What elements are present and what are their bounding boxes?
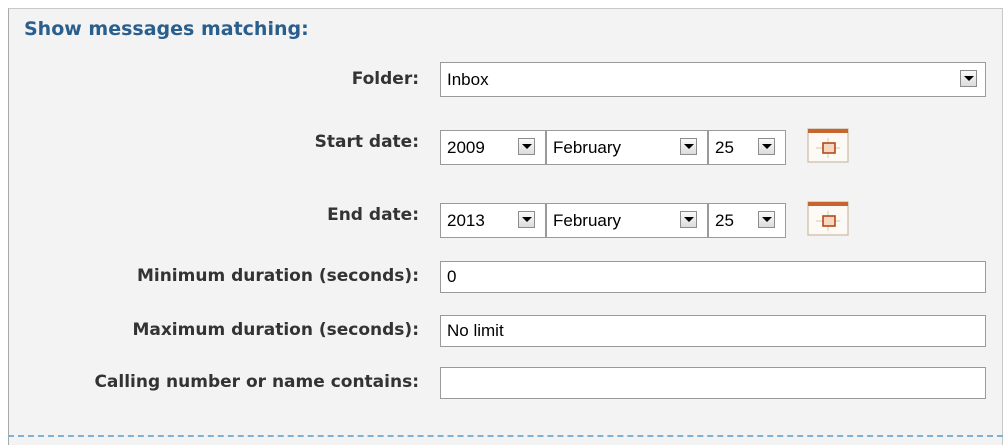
calling-number-input[interactable] — [440, 367, 986, 399]
end-day-value: 25 — [715, 211, 734, 230]
start-month-value: February — [553, 138, 622, 157]
end-date-label: End date: — [327, 205, 419, 225]
start-date-label: Start date: — [314, 132, 419, 152]
end-year-select[interactable]: 2013 — [440, 203, 546, 238]
chevron-down-icon[interactable] — [758, 211, 775, 228]
chevron-down-icon[interactable] — [518, 138, 535, 155]
chevron-down-icon[interactable] — [518, 211, 535, 228]
calling-number-label: Calling number or name contains: — [94, 372, 419, 392]
chevron-down-icon[interactable] — [960, 70, 977, 87]
chevron-down-icon[interactable] — [680, 138, 697, 155]
chevron-down-icon[interactable] — [758, 138, 775, 155]
folder-select[interactable]: Inbox — [440, 62, 986, 97]
start-month-select[interactable]: February — [546, 130, 708, 165]
end-month-select[interactable]: February — [546, 203, 708, 238]
min-duration-input[interactable]: 0 — [440, 261, 986, 293]
end-month-value: February — [553, 211, 622, 230]
start-year-value: 2009 — [447, 138, 485, 157]
section-heading: Show messages matching: — [24, 18, 309, 40]
max-duration-label: Maximum duration (seconds): — [132, 320, 419, 340]
start-day-value: 25 — [715, 138, 734, 157]
section-divider — [8, 435, 1003, 437]
min-duration-label: Minimum duration (seconds): — [136, 266, 419, 286]
end-day-select[interactable]: 25 — [708, 203, 786, 238]
calendar-icon[interactable] — [806, 126, 850, 164]
start-day-select[interactable]: 25 — [708, 130, 786, 165]
end-year-value: 2013 — [447, 211, 485, 230]
folder-label: Folder: — [351, 69, 419, 89]
calendar-icon[interactable] — [806, 199, 850, 237]
start-year-select[interactable]: 2009 — [440, 130, 546, 165]
max-duration-input[interactable]: No limit — [440, 315, 986, 347]
folder-select-value: Inbox — [447, 70, 489, 89]
chevron-down-icon[interactable] — [680, 211, 697, 228]
